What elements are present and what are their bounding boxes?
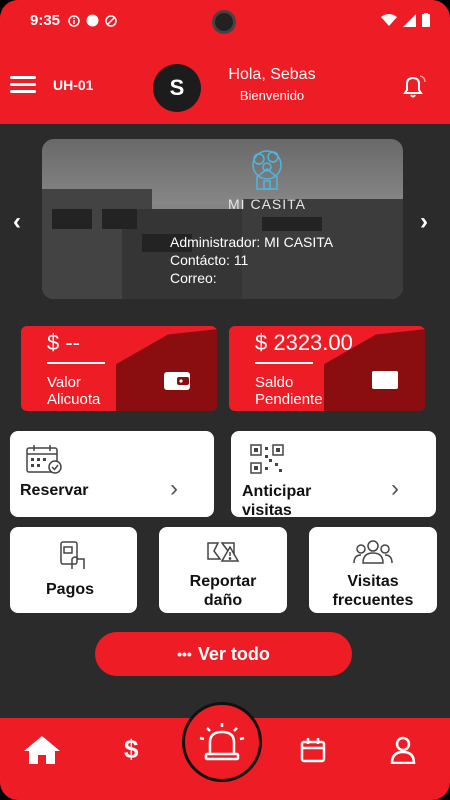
status-system-icons [381,13,430,27]
group-icon [353,540,393,564]
status-time: 9:35 [30,12,61,29]
logo: MI CASITA [212,147,322,212]
reportar-dano-label: Reportar daño [189,573,257,609]
dollar-icon[interactable]: $ [124,734,138,765]
info-icon [68,14,80,27]
carousel-prev-icon[interactable]: ‹ [13,208,21,236]
email-line: Correo: [170,270,217,286]
contact-line: Contácto: 11 [170,252,249,268]
alicuota-card[interactable]: $ -- Valor Alicuota [21,326,217,411]
reportar-dano-card[interactable]: Reportar daño [159,527,287,613]
ver-todo-button[interactable]: ••• Ver todo [95,632,352,676]
tree-house-logo-icon [252,150,282,190]
status-notifications [68,14,117,27]
greeting-block: Hola, Sebas Bienvenido [212,66,332,103]
qr-icon [250,444,284,474]
calendar-nav-icon[interactable] [300,737,326,763]
ver-todo-label: Ver todo [197,643,270,664]
block-icon [105,14,117,27]
wallet-icon [164,372,190,390]
bell-icon[interactable] [400,74,426,100]
alicuota-amount: $ -- [47,330,80,355]
alarm-icon [199,723,245,761]
payment-icon [60,541,85,569]
admin-line: Administrador: MI CASITA [170,234,334,250]
user-icon[interactable] [390,736,416,764]
greeting-text: Hola, Sebas [228,66,316,83]
unit-code: UH-01 [53,77,94,93]
alarm-button[interactable] [182,702,262,782]
alicuota-label: Valor Alicuota [47,374,101,408]
carousel-next-icon[interactable]: › [420,208,428,236]
logo-text: MI CASITA [228,196,306,212]
saldo-amount: $ 2323.00 [255,330,353,355]
welcome-text: Bienvenido [239,88,305,103]
visitas-frecuentes-label: Visitas frecuentes [332,573,414,609]
saldo-label: Saldo Pendiente [255,374,323,408]
phone-screen: 9:35 UH-01 S Hola, Sebas Bienvenido ‹ › [0,0,450,800]
status-bar: 9:35 [0,0,450,44]
pagos-card[interactable]: Pagos [10,527,137,613]
wifi-icon [381,14,397,26]
anticipar-visitas-card[interactable]: Anticipar visitas › [231,431,436,519]
damage-icon [207,542,240,562]
saldo-card[interactable]: $ 2323.00 Saldo Pendiente [229,326,425,411]
chevron-right-icon: › [170,475,178,502]
menu-icon[interactable] [10,76,36,94]
camera-cutout [212,10,236,34]
battery-icon [422,13,430,27]
app-header: UH-01 S Hola, Sebas Bienvenido [0,44,450,124]
circle-icon [86,14,99,27]
pagos-label: Pagos [46,581,95,598]
signal-icon [403,13,416,27]
card-icon [372,371,398,389]
admin-info: Administrador: MI CASITA Contácto: 11 Co… [170,233,333,287]
calendar-icon [26,445,62,474]
home-icon[interactable] [22,734,62,766]
more-dots-icon: ••• [177,646,192,662]
reservar-label: Reservar [20,482,89,499]
anticipar-visitas-label: Anticipar visitas [242,483,312,519]
building-banner: MI CASITA Administrador: MI CASITA Contá… [42,139,403,299]
visitas-frecuentes-card[interactable]: Visitas frecuentes [309,527,437,613]
reservar-card[interactable]: Reservar › [10,431,214,517]
chevron-right-icon: › [391,475,399,502]
avatar[interactable]: S [153,64,201,112]
